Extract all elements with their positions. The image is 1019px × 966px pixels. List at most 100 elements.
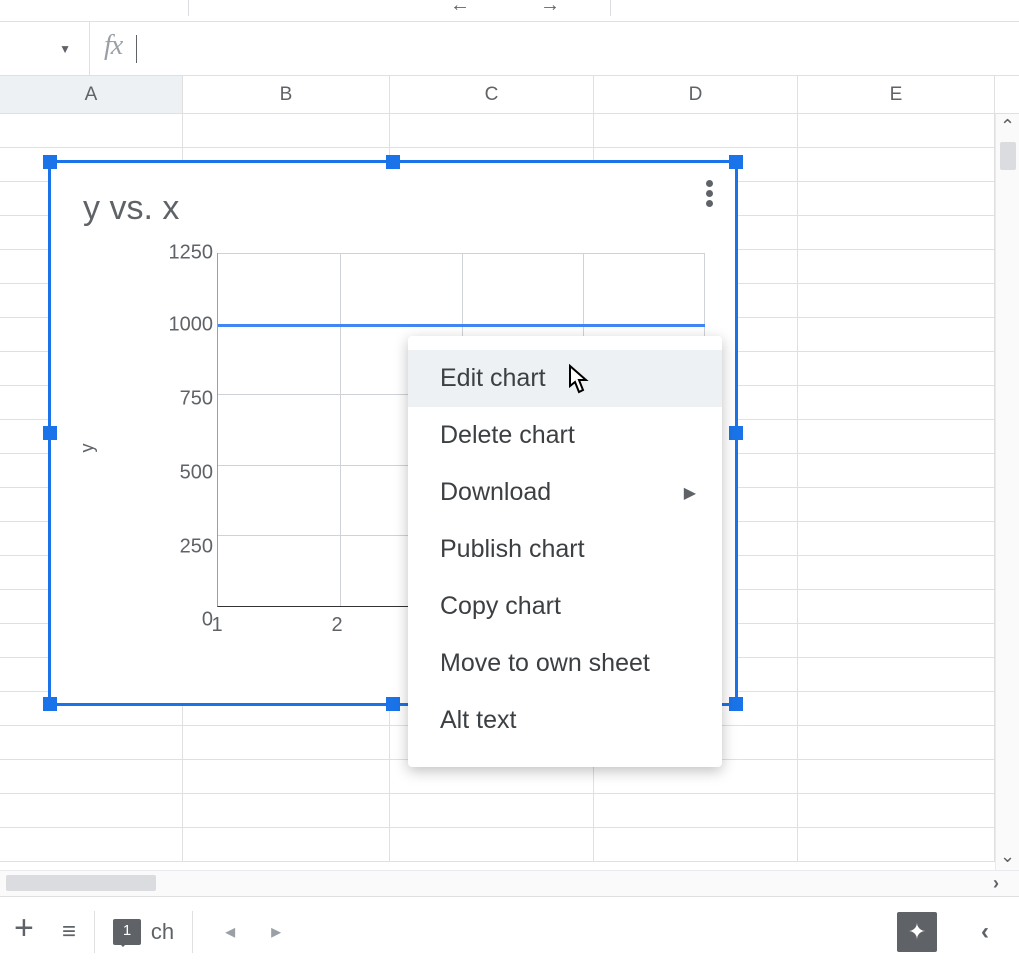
cell[interactable] xyxy=(183,760,390,793)
horizontal-scrollbar[interactable]: › xyxy=(0,870,1019,896)
all-sheets-button[interactable]: ≡ xyxy=(48,918,88,946)
cell[interactable] xyxy=(798,386,995,419)
cell[interactable] xyxy=(0,828,183,861)
menu-item-copy[interactable]: Copy chart xyxy=(408,578,722,635)
y-tick: 0 xyxy=(147,608,213,631)
chart-context-menu: Edit chartDelete chartDownload▶Publish c… xyxy=(408,336,722,767)
cell[interactable] xyxy=(183,726,390,759)
resize-handle[interactable] xyxy=(386,697,400,711)
caret-down-icon: ▼ xyxy=(59,42,71,56)
cell[interactable] xyxy=(798,760,995,793)
name-box[interactable]: ▼ xyxy=(0,22,90,75)
x-tick: 1 xyxy=(211,614,222,637)
column-header[interactable]: B xyxy=(183,76,390,113)
cell[interactable] xyxy=(798,522,995,555)
cell[interactable] xyxy=(798,182,995,215)
column-header[interactable]: A xyxy=(0,76,183,113)
grid-row xyxy=(0,114,1019,148)
collapse-side-panel-button[interactable]: ‹ xyxy=(981,918,1019,946)
prev-sheet-button[interactable]: ◂ xyxy=(225,919,235,944)
cell[interactable] xyxy=(798,148,995,181)
x-tick: 2 xyxy=(331,614,342,637)
cell[interactable] xyxy=(798,318,995,351)
vertical-scrollbar[interactable]: ⌃ ⌄ xyxy=(995,114,1019,870)
menu-item-download[interactable]: Download▶ xyxy=(408,464,722,521)
menu-item-delete[interactable]: Delete chart xyxy=(408,407,722,464)
menu-item-move[interactable]: Move to own sheet xyxy=(408,635,722,692)
y-tick: 1250 xyxy=(147,242,213,265)
cell[interactable] xyxy=(798,828,995,861)
cell[interactable] xyxy=(798,658,995,691)
column-header[interactable]: C xyxy=(390,76,594,113)
cell[interactable] xyxy=(798,556,995,589)
cell[interactable] xyxy=(798,488,995,521)
scroll-thumb[interactable] xyxy=(1000,142,1016,170)
cell[interactable] xyxy=(798,590,995,623)
scroll-up-icon[interactable]: ⌃ xyxy=(996,114,1019,140)
cell[interactable] xyxy=(798,794,995,827)
cell[interactable] xyxy=(798,250,995,283)
y-axis-label: y xyxy=(77,444,98,453)
cell[interactable] xyxy=(798,624,995,657)
column-header[interactable]: E xyxy=(798,76,995,113)
formula-bar: ▼ fx xyxy=(0,22,1019,76)
all-sheets-icon: ≡ xyxy=(62,918,74,946)
menu-item-alttext[interactable]: Alt text xyxy=(408,692,722,749)
y-tick: 500 xyxy=(147,462,213,485)
menu-item-edit[interactable]: Edit chart xyxy=(408,350,722,407)
cell[interactable] xyxy=(183,828,390,861)
column-header[interactable]: D xyxy=(594,76,798,113)
menu-item-publish[interactable]: Publish chart xyxy=(408,521,722,578)
explore-button[interactable]: ✦ xyxy=(897,912,937,952)
cell[interactable] xyxy=(183,114,390,147)
resize-handle[interactable] xyxy=(729,426,743,440)
submenu-arrow-icon: ▶ xyxy=(684,483,696,503)
resize-handle[interactable] xyxy=(729,697,743,711)
resize-handle[interactable] xyxy=(386,155,400,169)
cell[interactable] xyxy=(594,794,798,827)
cell[interactable] xyxy=(594,114,798,147)
cell[interactable] xyxy=(390,828,594,861)
resize-handle[interactable] xyxy=(43,155,57,169)
sheet-tab-label: ch xyxy=(151,919,174,945)
cell[interactable] xyxy=(390,114,594,147)
cell[interactable] xyxy=(594,828,798,861)
divider xyxy=(94,911,95,953)
cell[interactable] xyxy=(0,114,183,147)
formula-input-cursor xyxy=(136,35,137,63)
resize-handle[interactable] xyxy=(43,426,57,440)
divider xyxy=(192,911,193,953)
cell[interactable] xyxy=(0,726,183,759)
arrow-right-icon[interactable]: → xyxy=(540,0,560,17)
plus-icon: + xyxy=(14,909,34,954)
grid-row xyxy=(0,794,1019,828)
comment-badge-icon: 1 xyxy=(113,919,141,945)
resize-handle[interactable] xyxy=(43,697,57,711)
cell[interactable] xyxy=(798,284,995,317)
y-tick: 1000 xyxy=(147,314,213,337)
cell[interactable] xyxy=(798,420,995,453)
cell[interactable] xyxy=(798,454,995,487)
cell[interactable] xyxy=(0,760,183,793)
cell[interactable] xyxy=(183,794,390,827)
cell[interactable] xyxy=(798,352,995,385)
cell[interactable] xyxy=(0,794,183,827)
next-sheet-button[interactable]: ▸ xyxy=(271,919,281,944)
chart-series-line xyxy=(218,324,705,327)
scroll-right-icon[interactable]: › xyxy=(993,873,999,894)
cell[interactable] xyxy=(798,692,995,725)
cell[interactable] xyxy=(798,726,995,759)
resize-handle[interactable] xyxy=(729,155,743,169)
grid-row xyxy=(0,828,1019,862)
scroll-down-icon[interactable]: ⌄ xyxy=(996,844,1019,870)
chart-options-button[interactable] xyxy=(697,177,721,210)
chart-title: y vs. x xyxy=(83,189,179,228)
cell[interactable] xyxy=(798,216,995,249)
arrow-left-icon[interactable]: ← xyxy=(450,0,470,17)
sheet-tab[interactable]: 1 ch xyxy=(101,919,186,945)
cell[interactable] xyxy=(390,794,594,827)
scroll-thumb[interactable] xyxy=(6,875,156,891)
add-sheet-button[interactable]: + xyxy=(0,909,48,954)
cell[interactable] xyxy=(798,114,995,147)
comment-count: 1 xyxy=(123,922,131,939)
